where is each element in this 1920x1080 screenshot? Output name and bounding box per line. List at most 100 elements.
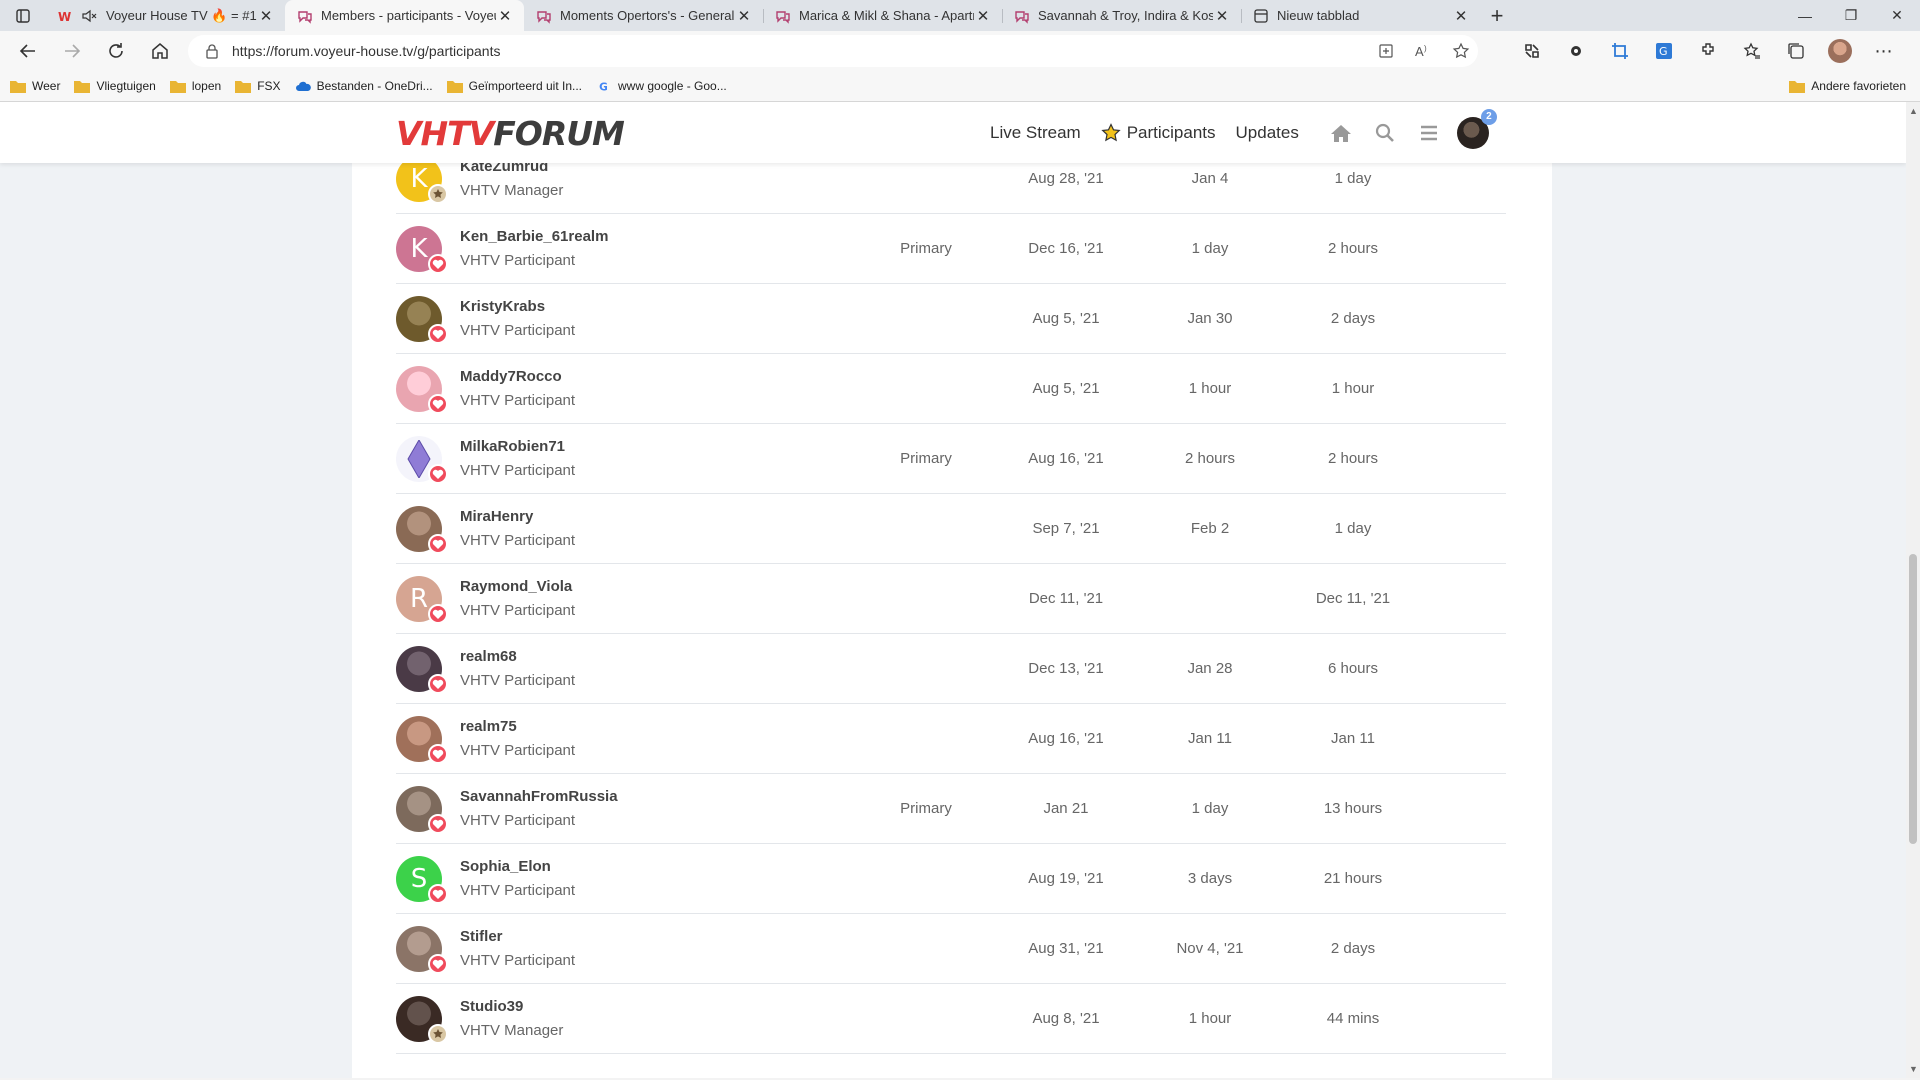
tab-title: Savannah & Troy, Indira & Kostja: [1038, 8, 1213, 23]
google-icon: G: [599, 81, 608, 92]
bookmark-item[interactable]: Geïmporteerd uit In...: [446, 79, 582, 93]
member-username[interactable]: Studio39: [460, 998, 523, 1015]
svg-text:W: W: [58, 10, 71, 24]
close-tab-icon[interactable]: ✕: [735, 7, 753, 25]
other-favorites[interactable]: Andere favorieten: [1789, 71, 1906, 101]
member-row[interactable]: K Ken_Barbie_61realm VHTV Participant Prima…: [396, 214, 1506, 284]
member-username[interactable]: MilkaRobien71: [460, 438, 565, 455]
member-row[interactable]: Stifler VHTV Participant Aug 31, '21 Nov 4,…: [396, 914, 1506, 984]
extensions-icon: [1702, 43, 1714, 55]
bookmark-item[interactable]: lopen: [169, 79, 221, 93]
add-favorite-icon[interactable]: [1452, 42, 1470, 60]
last-post-cell: Nov 4, '21: [1176, 940, 1244, 957]
member-username[interactable]: SavannahFromRussia: [460, 788, 618, 805]
close-tab-icon[interactable]: ✕: [257, 7, 275, 25]
browser-tab[interactable]: Nieuw tabblad ✕: [1241, 0, 1480, 31]
scroll-down-arrow[interactable]: ▼: [1909, 1064, 1918, 1074]
close-tab-icon[interactable]: ✕: [1213, 7, 1231, 25]
extension-button[interactable]: [1554, 31, 1598, 71]
nav-updates[interactable]: Updates: [1236, 123, 1299, 143]
minimize-button[interactable]: —: [1782, 0, 1828, 31]
address-bar[interactable]: https://forum.voyeur-house.tv/g/particip…: [188, 35, 1478, 67]
home-button[interactable]: [138, 33, 182, 69]
member-row[interactable]: realm68 VHTV Participant Dec 13, '21 Jan 28…: [396, 634, 1506, 704]
window-controls: — ❐ ✕: [1782, 0, 1920, 31]
other-favorites-label[interactable]: Andere favorieten: [1811, 79, 1906, 93]
member-username[interactable]: Raymond_Viola: [460, 578, 572, 595]
member-row[interactable]: S Sophia_Elon VHTV Participant Aug 19, '21 3…: [396, 844, 1506, 914]
page-scrollbar[interactable]: ▲ ▼: [1906, 102, 1920, 1078]
member-username[interactable]: Maddy7Rocco: [460, 368, 562, 385]
forward-button[interactable]: [50, 33, 94, 69]
favorites-button[interactable]: [1730, 31, 1774, 71]
settings-menu-button[interactable]: ⋯: [1862, 31, 1906, 71]
bookmark-item[interactable]: FSX: [235, 79, 281, 93]
member-username[interactable]: realm75: [460, 718, 517, 735]
browser-tab[interactable]: W Voyeur House TV 🔥 = #1 Fl ✕: [46, 0, 285, 31]
extension-button[interactable]: [1510, 31, 1554, 71]
member-row[interactable]: MilkaRobien71 VHTV Participant Primary Aug …: [396, 424, 1506, 494]
bookmark-label: Weer: [32, 79, 61, 93]
scroll-up-arrow[interactable]: ▲: [1909, 106, 1918, 116]
member-row[interactable]: MiraHenry VHTV Participant Sep 7, '21 Feb 2…: [396, 494, 1506, 564]
browser-tab-strip: W Voyeur House TV 🔥 = #1 Fl ✕ Members - par…: [0, 0, 1920, 31]
star-icon: [1101, 122, 1121, 141]
tab-actions-button[interactable]: [0, 0, 46, 31]
site-header: VHTV FORUM Live Stream Participants Upda…: [0, 102, 1906, 163]
last-post-cell: Jan 30: [1187, 310, 1233, 327]
member-username[interactable]: realm68: [460, 648, 517, 665]
collections-button[interactable]: [1774, 31, 1818, 71]
member-username[interactable]: Stifler: [460, 928, 503, 945]
member-row[interactable]: KristyKrabs VHTV Participant Aug 5, '21 Jan…: [396, 284, 1506, 354]
search-button[interactable]: [1363, 111, 1407, 155]
refresh-button[interactable]: [94, 33, 138, 69]
nav-live-stream[interactable]: Live Stream: [990, 123, 1081, 143]
joined-date-cell: Aug 8, '21: [1032, 1010, 1100, 1027]
app-available-icon[interactable]: [1378, 43, 1394, 59]
bookmark-item[interactable]: Bestanden - OneDri...: [295, 79, 433, 93]
close-tab-icon[interactable]: ✕: [496, 7, 514, 25]
joined-date-cell: Jan 21: [1043, 800, 1089, 817]
member-row[interactable]: Maddy7Rocco VHTV Participant Aug 5, '21 1 h…: [396, 354, 1506, 424]
bookmark-item[interactable]: Weer: [10, 79, 60, 93]
profile-button[interactable]: [1818, 31, 1862, 71]
muted-speaker-icon[interactable]: [82, 9, 100, 23]
extension-button[interactable]: G: [1642, 31, 1686, 71]
close-tab-icon[interactable]: ✕: [1452, 7, 1470, 25]
browser-tab[interactable]: Members - participants - Voyeur ✕: [285, 0, 524, 31]
member-row[interactable]: Studio39 VHTV Manager Aug 8, '21 1 hour 44 m…: [396, 984, 1506, 1054]
folder-icon: [446, 80, 463, 93]
member-row[interactable]: R Raymond_Viola VHTV Participant Dec 11, '2…: [396, 564, 1506, 634]
member-username[interactable]: MiraHenry: [460, 508, 533, 525]
restore-button[interactable]: ❐: [1828, 0, 1874, 31]
current-user-avatar[interactable]: 2: [1456, 108, 1497, 149]
close-tab-icon[interactable]: ✕: [974, 7, 992, 25]
member-row[interactable]: SavannahFromRussia VHTV Participant Primar…: [396, 774, 1506, 844]
vhtv-forum-logo[interactable]: VHTV FORUM: [396, 111, 625, 155]
last-post-cell: 2 hours: [1184, 450, 1236, 467]
read-aloud-icon[interactable]: A): [1414, 43, 1432, 59]
browser-tab[interactable]: Moments Opertors's - General D ✕: [524, 0, 763, 31]
browser-tab[interactable]: Marica & Mikl & Shana - Apartm ✕: [763, 0, 1002, 31]
member-username[interactable]: Ken_Barbie_61realm: [460, 228, 608, 245]
last-seen-cell: Jan 11: [1331, 730, 1375, 747]
url-text[interactable]: https://forum.voyeur-house.tv/g/particip…: [232, 43, 500, 59]
back-button[interactable]: [6, 33, 50, 69]
scrollbar-thumb[interactable]: [1909, 554, 1917, 844]
member-username[interactable]: Sophia_Elon: [460, 858, 551, 875]
close-window-button[interactable]: ✕: [1874, 0, 1920, 31]
nav-participants[interactable]: Participants: [1101, 123, 1216, 143]
extension-button[interactable]: [1598, 31, 1642, 71]
home-nav-button[interactable]: [1319, 111, 1363, 155]
member-group-title: VHTV Participant: [460, 882, 576, 899]
hamburger-menu-button[interactable]: [1407, 111, 1451, 155]
new-tab-button[interactable]: +: [1480, 0, 1514, 31]
member-username[interactable]: KristyKrabs: [460, 298, 545, 315]
member-row[interactable]: realm75 VHTV Participant Aug 16, '21 Jan 11…: [396, 704, 1506, 774]
lock-icon[interactable]: [204, 43, 220, 59]
joined-date-cell: Aug 5, '21: [1032, 380, 1100, 397]
browser-tab[interactable]: Savannah & Troy, Indira & Kostja ✕: [1002, 0, 1241, 31]
bookmark-item[interactable]: Vliegtuigen: [74, 79, 156, 93]
extensions-menu-button[interactable]: [1686, 31, 1730, 71]
bookmark-item[interactable]: Gwww google - Goo...: [596, 79, 727, 93]
